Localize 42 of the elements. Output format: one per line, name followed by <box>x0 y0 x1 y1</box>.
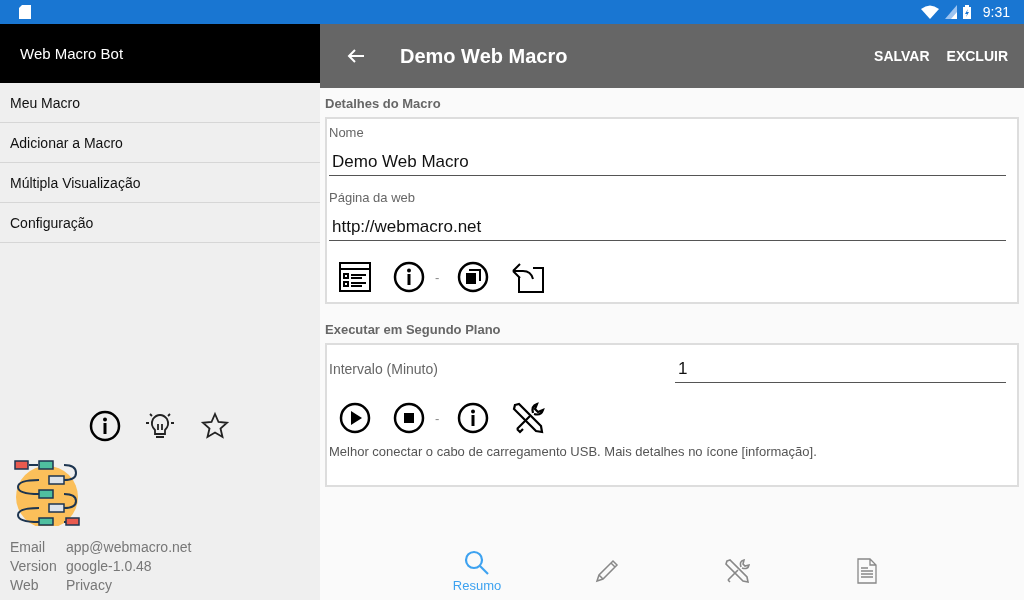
sd-card-icon <box>19 5 31 19</box>
hint-text: Melhor conectar o cabo de carregamento USB. Mais detalhes no ícone [informação]. <box>329 444 818 461</box>
screen-title: Demo Web Macro <box>400 44 568 68</box>
play-icon[interactable] <box>339 402 371 434</box>
interval-input-field[interactable]: 1 <box>675 353 1006 383</box>
url-input-field[interactable]: http://webmacro.net <box>329 205 1006 241</box>
wifi-icon <box>920 5 939 19</box>
name-input-field[interactable]: Demo Web Macro <box>329 140 1006 176</box>
info-icon[interactable] <box>393 261 425 293</box>
separator-text: - <box>435 269 440 285</box>
info-value: Privacy <box>66 576 113 595</box>
separator-text: - <box>435 410 440 426</box>
tools-icon <box>724 558 750 584</box>
workflow-logo-drawing <box>14 460 80 526</box>
section-heading: Detalhes do Macro <box>325 95 442 113</box>
undo-box-icon[interactable] <box>511 261 546 293</box>
document-icon <box>856 558 878 584</box>
toolbar-action-button[interactable]: EXCLUIR <box>946 44 1008 68</box>
info-value: google-1.0.48 <box>66 557 153 576</box>
tools-icon[interactable] <box>511 401 546 435</box>
info-label: Version <box>10 557 58 576</box>
list-window-icon[interactable] <box>339 261 371 293</box>
signal-icon <box>944 5 957 19</box>
info-icon[interactable] <box>457 402 490 434</box>
field-label: Nome <box>329 124 365 140</box>
info-value: app@webmacro.net <box>66 538 193 557</box>
search-icon <box>464 549 490 576</box>
pencil-icon <box>594 558 620 584</box>
interval-label: Intervalo (Minuto) <box>329 361 439 379</box>
copy-icon[interactable] <box>457 261 490 293</box>
app-title: Web Macro Bot <box>20 45 124 62</box>
back-arrow-icon[interactable] <box>347 48 365 64</box>
toolbar-action-button[interactable]: SALVAR <box>874 44 930 68</box>
field-label: Página da web <box>329 189 416 205</box>
section-heading: Executar em Segundo Plano <box>325 321 502 339</box>
battery-icon <box>962 5 971 19</box>
info-label: Web <box>10 576 40 595</box>
status-time: 9:31 <box>982 4 1010 20</box>
stop-icon[interactable] <box>393 402 425 434</box>
info-icon[interactable] <box>89 410 121 442</box>
star-icon[interactable] <box>199 410 231 442</box>
info-label: Email <box>10 538 46 557</box>
